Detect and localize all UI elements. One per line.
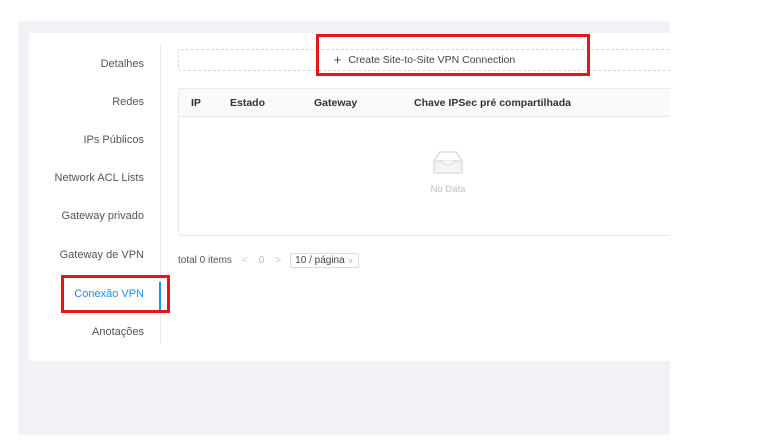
empty-inbox-icon [433,151,463,174]
sidebar-item-gateway-de-vpn[interactable]: Gateway de VPN [60,249,144,261]
sidebar-item-network-acl-lists[interactable]: Network ACL Lists [55,172,144,184]
empty-state: No Data [179,149,717,195]
sidebar-item-anotacoes[interactable]: Anotações [92,326,144,338]
plus-icon: + [333,52,342,67]
next-page-icon[interactable]: > [275,255,281,266]
empty-text: No Data [430,184,466,195]
sidebar-item-ips-publicos[interactable]: IPs Públicos [83,134,144,146]
column-header-gateway: Gateway [314,97,358,109]
sidebar-item-conexao-vpn[interactable]: Conexão VPN [74,288,144,300]
total-items-text: total 0 items [178,254,232,266]
chevron-down-icon: ∨ [347,255,354,265]
pagination: total 0 items < 0 > 10 / página ∨ [178,251,359,269]
sidebar-nav: Detalhes Redes IPs Públicos Network ACL … [29,44,161,344]
create-button-label: Create Site-to-Site VPN Connection [348,54,516,66]
page-size-select[interactable]: 10 / página ∨ [290,252,359,268]
create-vpn-connection-button[interactable]: + Create Site-to-Site VPN Connection [178,49,670,71]
prev-page-icon[interactable]: < [242,255,248,266]
sidebar-item-gateway-privado[interactable]: Gateway privado [61,210,144,222]
sidebar-item-detalhes[interactable]: Detalhes [101,58,144,70]
active-indicator [159,282,161,312]
page-size-value: 10 / página [295,254,345,266]
column-header-ip: IP [191,97,201,109]
current-page[interactable]: 0 [259,255,265,266]
vpn-connections-table: IP Estado Gateway Chave IPSec pré compar… [178,88,670,236]
table-header: IP Estado Gateway Chave IPSec pré compar… [179,89,670,117]
column-header-estado: Estado [230,97,266,109]
sidebar-item-redes[interactable]: Redes [112,96,144,108]
column-header-chave-ipsec: Chave IPSec pré compartilhada [414,97,571,109]
